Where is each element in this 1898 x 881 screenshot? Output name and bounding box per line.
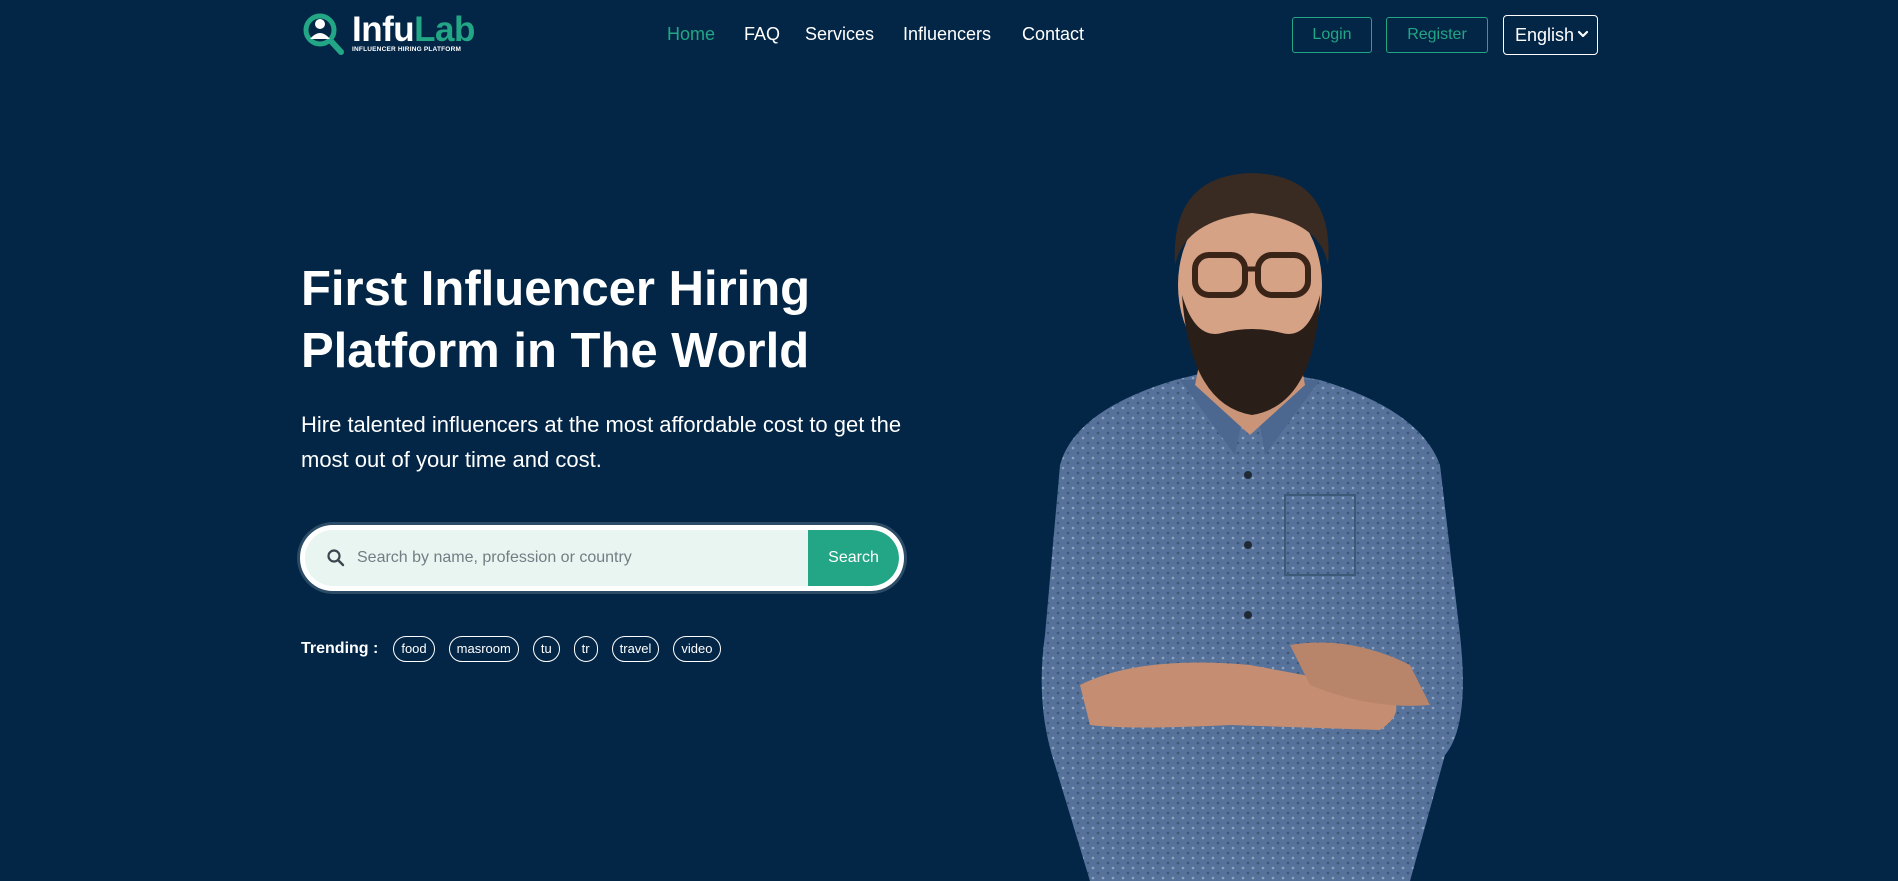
search-button[interactable]: Search xyxy=(808,530,899,586)
trending-tag-tu[interactable]: tu xyxy=(532,636,560,662)
register-button[interactable]: Register xyxy=(1386,17,1488,53)
trending-tag-video[interactable]: video xyxy=(673,636,721,662)
brand-tagline: INFLUENCER HIRING PLATFORM xyxy=(352,46,462,53)
language-select-value: English xyxy=(1515,24,1575,45)
trending-tag-masroom[interactable]: masroom xyxy=(448,636,519,662)
language-select[interactable]: English xyxy=(1503,15,1598,55)
brand-name[interactable]: InfuLab xyxy=(352,10,475,50)
trending-tags: Trending : food masroom tu tr travel vid… xyxy=(301,636,735,662)
trending-label: Trending : xyxy=(301,640,379,657)
trending-tag-travel[interactable]: travel xyxy=(611,636,660,662)
chevron-down-icon xyxy=(1577,30,1589,38)
nav-item-influencers[interactable]: Influencers xyxy=(903,22,991,46)
search-bar: Search xyxy=(300,525,904,591)
landing-page: InfuLab INFLUENCER HIRING PLATFORM Home … xyxy=(0,0,1898,881)
nav-item-services[interactable]: Services xyxy=(805,22,874,46)
hero-title: First Influencer Hiring Platform in The … xyxy=(301,262,811,378)
brand-name-part-1: Infu xyxy=(352,10,415,49)
nav-item-faq[interactable]: FAQ xyxy=(744,22,780,46)
nav-item-contact[interactable]: Contact xyxy=(1022,22,1084,46)
login-button[interactable]: Login xyxy=(1292,17,1372,53)
search-input[interactable] xyxy=(351,530,791,586)
nav-item-home[interactable]: Home xyxy=(667,22,715,46)
trending-tag-tr[interactable]: tr xyxy=(573,636,598,662)
trending-tag-food[interactable]: food xyxy=(393,636,435,662)
search-icon xyxy=(327,549,345,567)
hero-person-image xyxy=(1041,173,1463,881)
brand-name-part-2: Lab xyxy=(414,10,475,49)
hero-subtitle: Hire talented influencers at the most af… xyxy=(301,412,902,472)
